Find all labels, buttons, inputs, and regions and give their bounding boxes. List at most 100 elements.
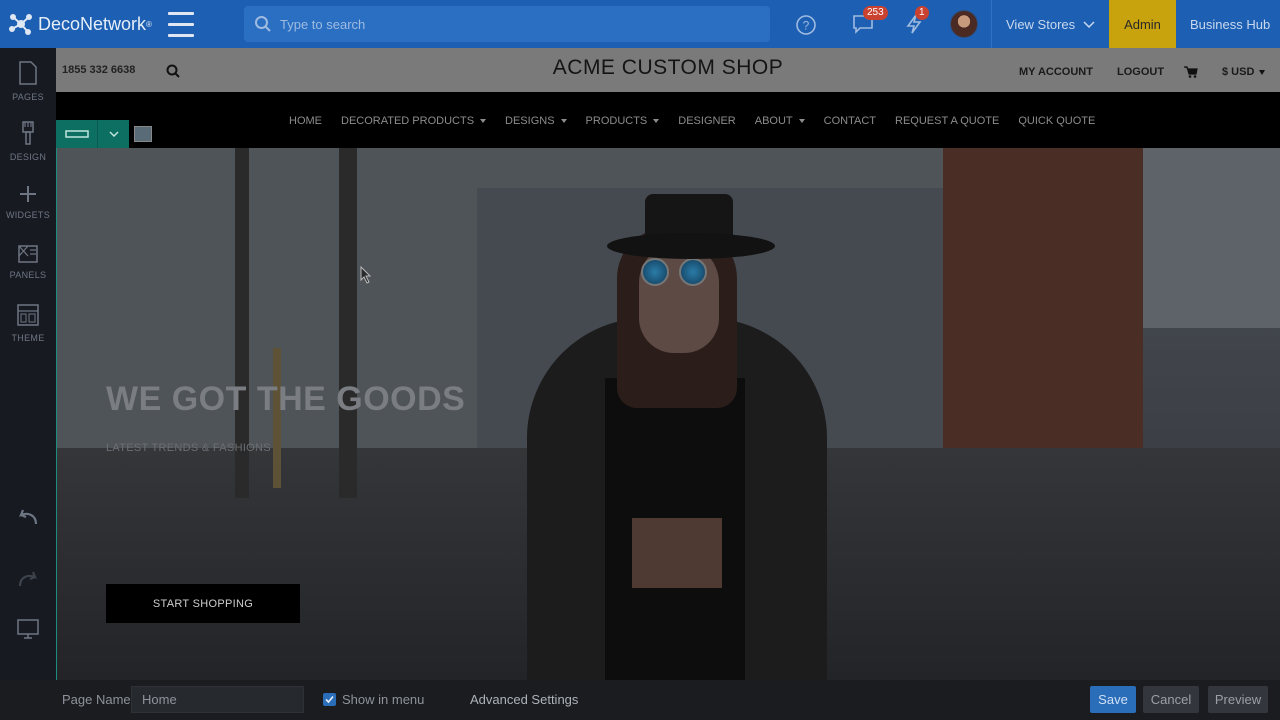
global-search[interactable] xyxy=(244,6,770,42)
sidebar-item-pages[interactable]: PAGES xyxy=(0,60,56,102)
hero-person-skin xyxy=(632,518,722,588)
shop-nav-menu: HOME DECORATED PRODUCTS DESIGNS PRODUCTS… xyxy=(289,115,1114,127)
undo-icon[interactable] xyxy=(16,506,40,528)
start-shopping-button[interactable]: START SHOPPING xyxy=(106,584,300,623)
page-name-input[interactable] xyxy=(131,686,304,713)
messages-count-badge: 253 xyxy=(863,6,888,20)
show-in-menu-checkbox[interactable]: Show in menu xyxy=(323,692,424,707)
advanced-settings-link[interactable]: Advanced Settings xyxy=(470,692,578,707)
view-stores-dropdown[interactable]: View Stores xyxy=(1006,17,1095,32)
chevron-down-icon xyxy=(108,131,119,137)
caret-down-icon xyxy=(1259,69,1266,75)
cancel-button[interactable]: Cancel xyxy=(1143,686,1199,713)
sidebar-item-label: WIDGETS xyxy=(5,210,51,220)
currency-label: $ USD xyxy=(1222,66,1255,78)
sidebar-item-label: PAGES xyxy=(12,92,44,102)
view-stores-label: View Stores xyxy=(1006,17,1076,32)
plus-icon xyxy=(20,186,36,202)
page-name-label: Page Name xyxy=(62,692,131,707)
shop-title: ACME CUSTOM SHOP xyxy=(552,56,784,79)
hero-background-brick xyxy=(943,148,1143,448)
search-icon xyxy=(255,16,271,32)
sidebar-item-widgets[interactable]: WIDGETS xyxy=(0,184,56,220)
caret-down-icon xyxy=(798,119,805,123)
my-account-link[interactable]: MY ACCOUNT xyxy=(1019,66,1093,78)
image-thumbnail-icon[interactable] xyxy=(134,126,152,142)
admin-button[interactable]: Admin xyxy=(1109,0,1176,48)
nav-contact[interactable]: CONTACT xyxy=(824,115,876,127)
section-edit-control xyxy=(56,120,129,148)
nav-about[interactable]: ABOUT xyxy=(755,115,805,127)
nav-label: DECORATED PRODUCTS xyxy=(341,115,475,127)
hero-person-lens xyxy=(641,258,669,286)
help-icon[interactable]: ? xyxy=(795,14,817,36)
panels-icon xyxy=(18,245,38,263)
brand-name: DecoNetwork xyxy=(38,13,147,34)
nav-decorated-products[interactable]: DECORATED PRODUCTS xyxy=(341,115,487,127)
nav-label: HOME xyxy=(289,115,322,127)
show-in-menu-label: Show in menu xyxy=(342,692,425,707)
nav-designer[interactable]: DESIGNER xyxy=(678,115,735,127)
hero-person-hat-brim xyxy=(607,233,775,259)
page-settings-bar: Page Name Show in menu Advanced Settings… xyxy=(0,680,1280,720)
hamburger-icon xyxy=(168,8,194,41)
nav-label: DESIGNER xyxy=(678,115,736,127)
section-layout-icon xyxy=(64,130,89,138)
sidebar-item-label: THEME xyxy=(11,333,45,343)
theme-icon xyxy=(17,304,39,326)
site-preview: 1855 332 6638 ACME CUSTOM SHOP MY ACCOUN… xyxy=(56,48,1280,680)
desktop-view-icon[interactable] xyxy=(16,618,40,640)
menu-toggle-button[interactable] xyxy=(160,0,220,48)
page-icon xyxy=(19,61,37,85)
nav-products[interactable]: PRODUCTS xyxy=(586,115,660,127)
shop-nav: HOME DECORATED PRODUCTS DESIGNS PRODUCTS… xyxy=(56,92,1280,148)
caret-down-icon xyxy=(560,119,567,123)
search-input[interactable] xyxy=(280,16,740,32)
preview-button[interactable]: Preview xyxy=(1208,686,1268,713)
hero-title: WE GOT THE GOODS xyxy=(106,380,466,418)
sidebar-item-design[interactable]: DESIGN xyxy=(0,120,56,162)
editor-sidebar: PAGES DESIGN WIDGETS PANELS THEME xyxy=(0,48,56,680)
nav-label: REQUEST A QUOTE xyxy=(895,115,1000,127)
currency-selector[interactable]: $ USD xyxy=(1222,66,1266,78)
sidebar-item-theme[interactable]: THEME xyxy=(0,303,56,343)
redo-icon[interactable] xyxy=(16,568,40,590)
nav-request-a-quote[interactable]: REQUEST A QUOTE xyxy=(895,115,999,127)
save-button[interactable]: Save xyxy=(1090,686,1136,713)
nav-label: ABOUT xyxy=(754,115,793,127)
nav-label: DESIGNS xyxy=(505,115,555,127)
nav-label: PRODUCTS xyxy=(585,115,648,127)
sidebar-item-label: DESIGN xyxy=(9,152,47,162)
nav-label: QUICK QUOTE xyxy=(1018,115,1096,127)
section-options-button[interactable] xyxy=(98,120,129,148)
brand-logo[interactable]: DecoNetwork ® xyxy=(0,11,160,37)
hero-person-lens xyxy=(679,258,707,286)
user-avatar[interactable] xyxy=(950,10,978,38)
business-hub-link[interactable]: Business Hub xyxy=(1190,17,1270,32)
mouse-cursor-icon xyxy=(360,266,372,284)
sidebar-item-label: PANELS xyxy=(9,270,47,280)
alerts-count-badge: 1 xyxy=(915,6,929,20)
brush-icon xyxy=(22,121,34,145)
chevron-down-icon xyxy=(1083,20,1095,28)
shop-header: 1855 332 6638 ACME CUSTOM SHOP MY ACCOUN… xyxy=(56,48,1280,92)
cart-icon[interactable] xyxy=(1184,66,1198,78)
nav-quick-quote[interactable]: QUICK QUOTE xyxy=(1018,115,1095,127)
svg-text:?: ? xyxy=(803,19,810,33)
section-layout-button[interactable] xyxy=(56,120,98,148)
hero-background-window xyxy=(1143,148,1280,328)
hero-banner[interactable]: WE GOT THE GOODS LATEST TRENDS & FASHION… xyxy=(56,148,1280,680)
nav-home[interactable]: HOME xyxy=(289,115,322,127)
caret-down-icon xyxy=(480,119,487,123)
deco-logo-icon xyxy=(9,14,32,35)
editor-app: DecoNetwork® ? 253 1 View Stores xyxy=(0,0,1280,720)
logout-link[interactable]: LOGOUT xyxy=(1117,66,1164,78)
divider xyxy=(991,0,992,48)
sidebar-item-panels[interactable]: PANELS xyxy=(0,244,56,280)
nav-label: CONTACT xyxy=(823,115,877,127)
caret-down-icon xyxy=(653,119,660,123)
nav-designs[interactable]: DESIGNS xyxy=(505,115,567,127)
top-bar: DecoNetwork® ? 253 1 View Stores xyxy=(0,0,1280,48)
checkbox-checked-icon xyxy=(323,693,336,706)
hero-pole xyxy=(339,148,357,498)
